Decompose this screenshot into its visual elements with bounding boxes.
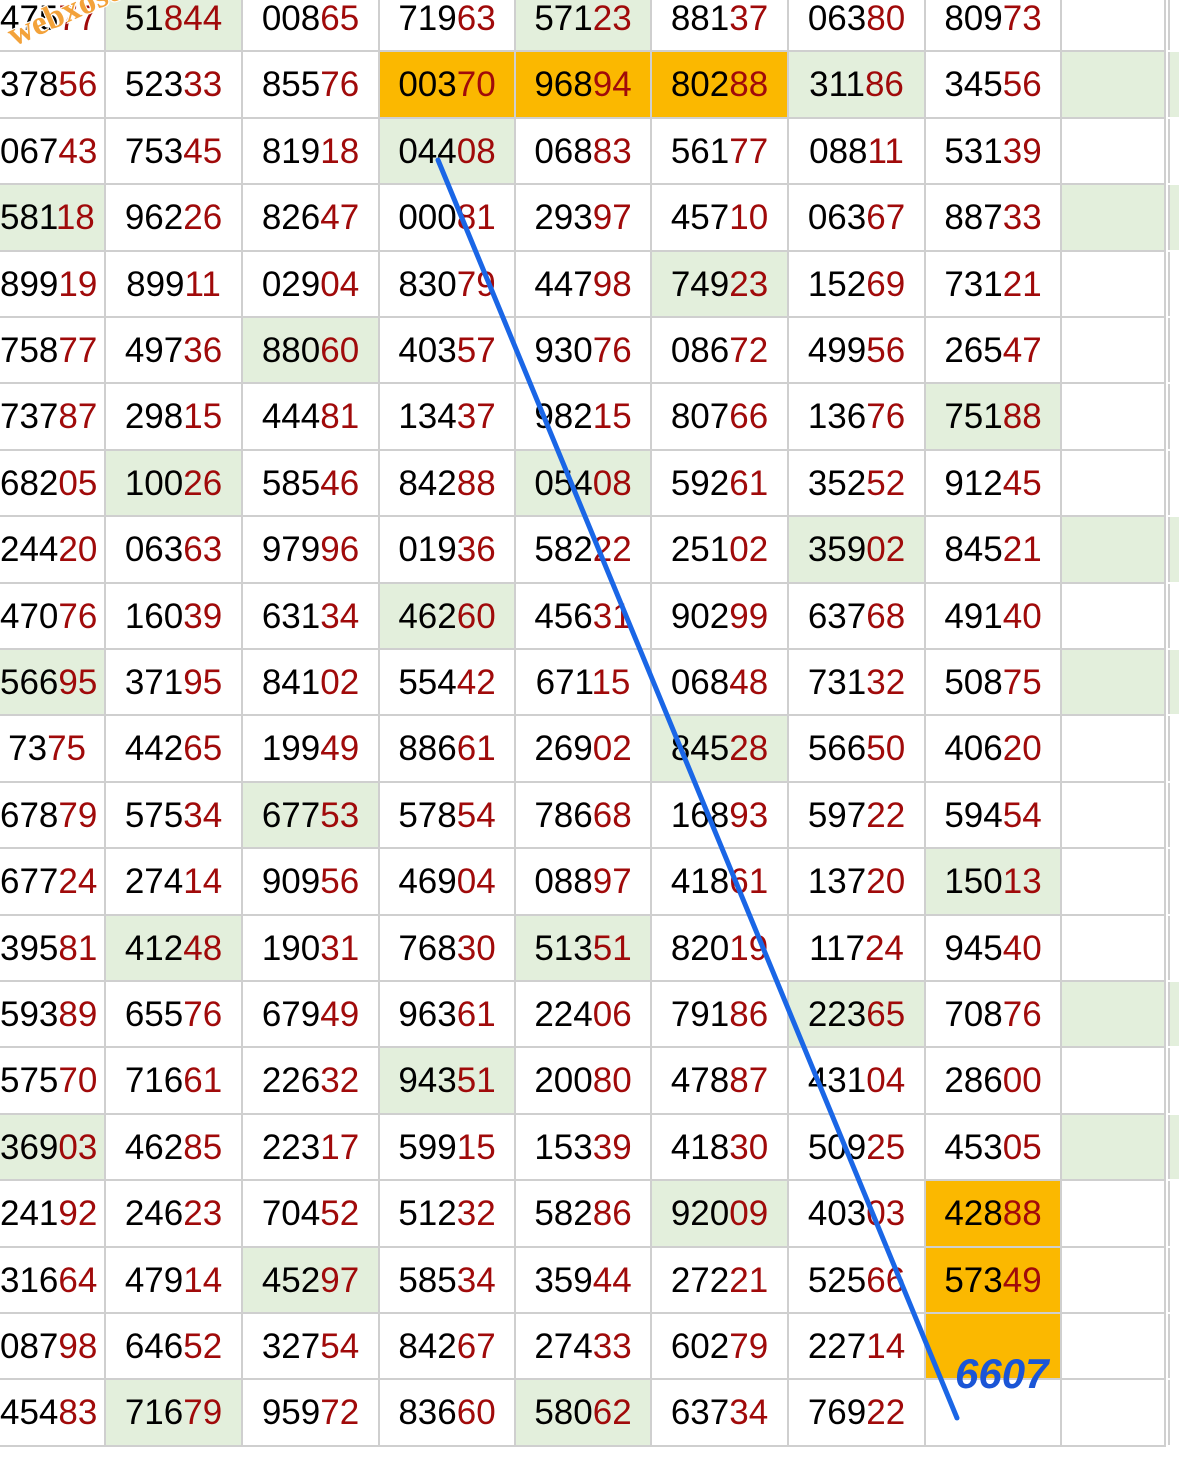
diagonal-trend-line xyxy=(435,157,960,1421)
trend-line-overlay: 6607 xyxy=(435,157,1050,1421)
handwritten-annotation: 6607 xyxy=(955,1350,1050,1397)
